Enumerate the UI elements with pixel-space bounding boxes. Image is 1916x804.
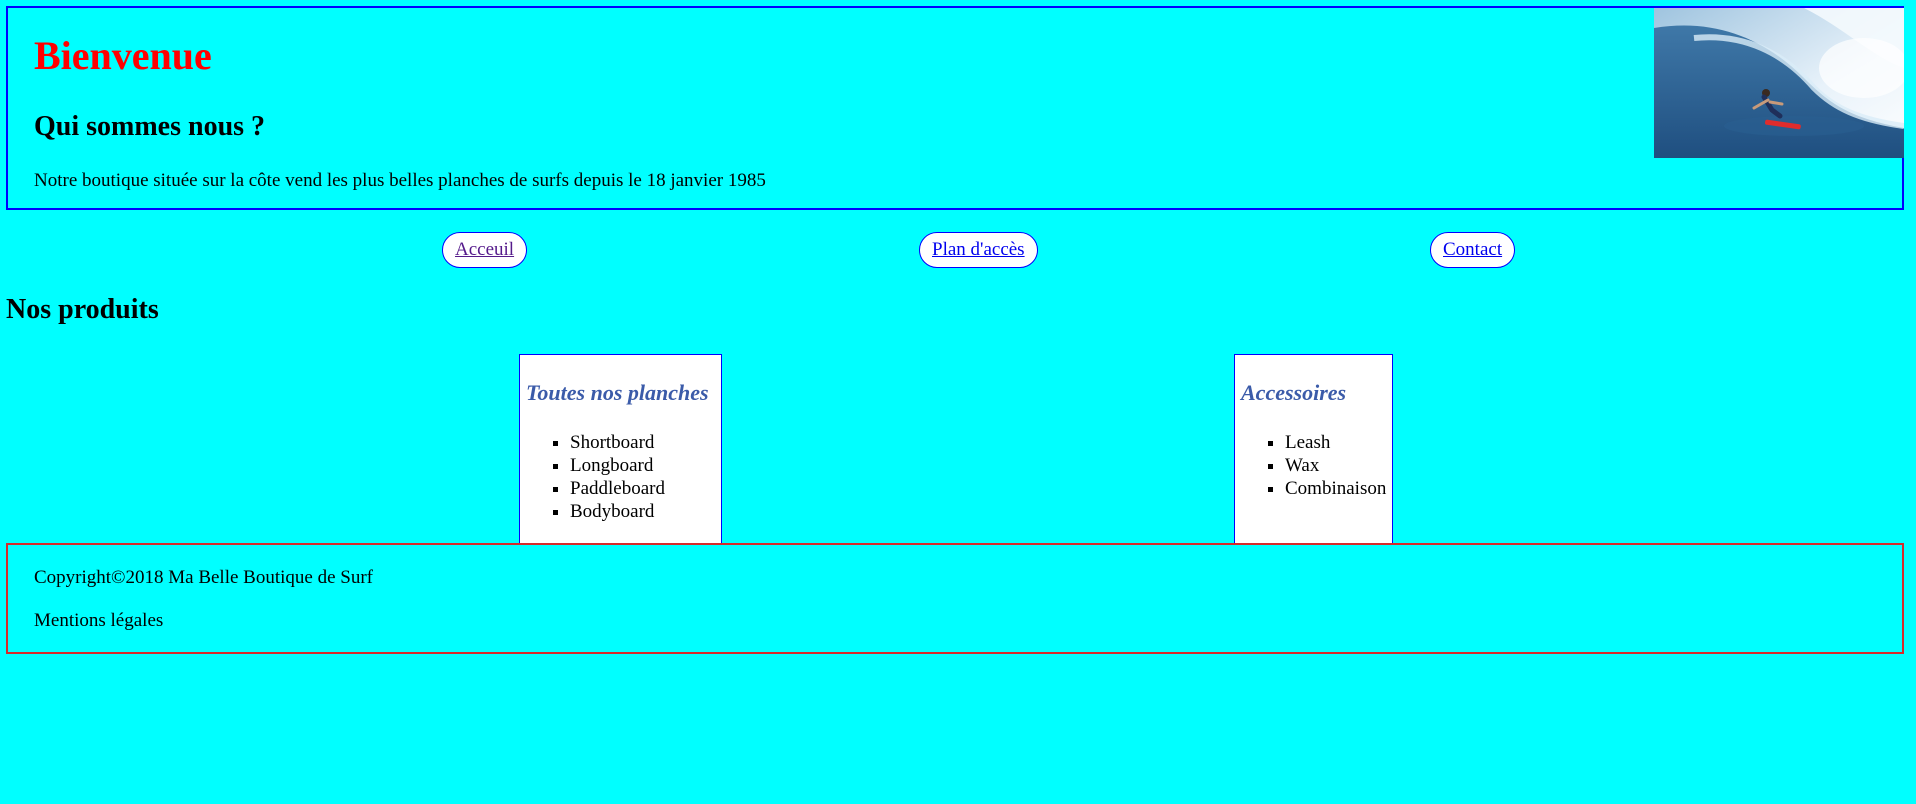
nav-item-accueil[interactable]: Acceuil	[442, 232, 528, 268]
footer: Copyright©2018 Ma Belle Boutique de Surf…	[6, 543, 1904, 654]
product-list: Leash Wax Combinaison	[1235, 431, 1386, 500]
products-heading: Nos produits	[6, 294, 159, 325]
nav-item-contact[interactable]: Contact	[1430, 232, 1516, 268]
nav-link-contact[interactable]: Contact	[1443, 239, 1502, 260]
list-item: Wax	[1285, 454, 1386, 477]
product-card-accessoires: Accessoires Leash Wax Combinaison	[1234, 354, 1393, 544]
list-item: Paddleboard	[570, 477, 665, 500]
list-item: Bodyboard	[570, 500, 665, 523]
page: Bienvenue Qui sommes nous ? Notre boutiq…	[0, 0, 1916, 804]
about-heading: Qui sommes nous ?	[34, 111, 266, 142]
nav-item-plan-acces[interactable]: Plan d'accès	[919, 232, 1038, 268]
nav-link-accueil[interactable]: Acceuil	[455, 239, 514, 260]
card-title: Accessoires	[1241, 380, 1347, 405]
list-item: Combinaison	[1285, 477, 1386, 500]
product-list: Shortboard Longboard Paddleboard Bodyboa…	[520, 431, 665, 523]
product-card-planches: Toutes nos planches Shortboard Longboard…	[519, 354, 722, 544]
page-title: Bienvenue	[34, 33, 212, 78]
list-item: Shortboard	[570, 431, 665, 454]
nav-link-plan-acces[interactable]: Plan d'accès	[932, 239, 1025, 260]
surf-photo	[1654, 8, 1904, 158]
list-item: Leash	[1285, 431, 1386, 454]
about-text: Notre boutique située sur la côte vend l…	[34, 170, 766, 191]
copyright-text: Copyright©2018 Ma Belle Boutique de Surf	[34, 567, 373, 588]
card-title: Toutes nos planches	[526, 380, 709, 405]
legal-notice: Mentions légales	[34, 610, 164, 631]
header: Bienvenue Qui sommes nous ? Notre boutiq…	[6, 6, 1904, 210]
list-item: Longboard	[570, 454, 665, 477]
